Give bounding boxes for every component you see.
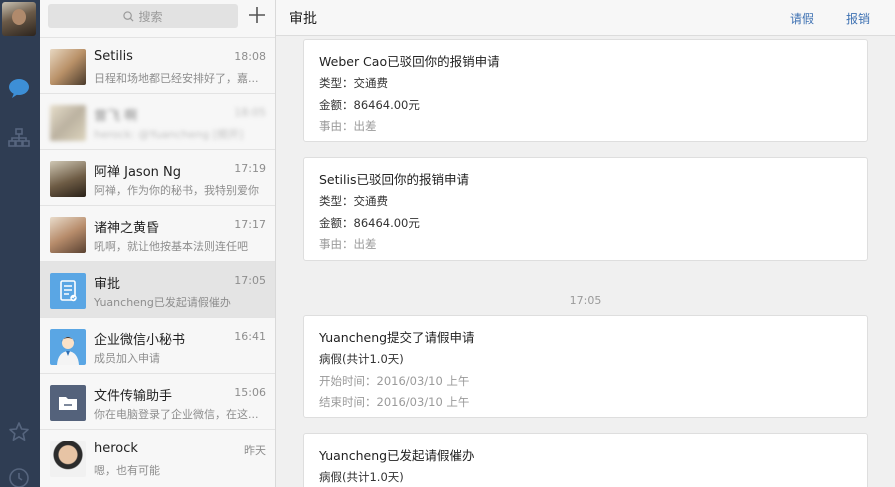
- secretary-icon: [57, 337, 79, 365]
- search-row: 搜索: [40, 0, 275, 36]
- message-line: 金额：86464.00元: [319, 216, 420, 230]
- conversation-name: 企业微信小秘书: [94, 333, 186, 348]
- message-line: 结束时间：2016/03/10 上午: [319, 395, 470, 409]
- conversation-time: 15:06: [234, 386, 266, 399]
- message-card[interactable]: Weber Cao已驳回你的报销申请 类型：交通费 金额：86464.00元 事…: [303, 39, 868, 142]
- messages-icon[interactable]: [7, 76, 31, 100]
- conversation-time: 16:41: [234, 330, 266, 343]
- contacts-icon[interactable]: [7, 126, 31, 150]
- add-button[interactable]: [247, 5, 267, 25]
- conversation-item-approval[interactable]: 审批 17:05 Yuancheng已发起请假催办: [40, 261, 275, 317]
- conversation-preview: 你在电脑登录了企业微信，在这...: [94, 408, 259, 421]
- message-title: Weber Cao已驳回你的报销申请: [319, 54, 500, 69]
- message-title: Yuancheng已发起请假催办: [319, 448, 475, 463]
- conversation-name: Setilis: [94, 49, 133, 64]
- conversation-item[interactable]: 曾飞 啊 18:05 herock: @Yuancheng [频开]: [40, 93, 275, 149]
- conversation-preview: 日程和场地都已经安排好了，嘉...: [94, 72, 259, 85]
- conversation-item[interactable]: 阿禅 Jason Ng 17:19 阿禅，作为你的秘书，我特别爱你: [40, 149, 275, 205]
- conversation-item[interactable]: 文件传输助手 15:06 你在电脑登录了企业微信，在这...: [40, 373, 275, 429]
- conversation-time: 17:05: [234, 274, 266, 287]
- message-line: 类型：交通费: [319, 194, 388, 208]
- avatar: [50, 441, 86, 477]
- clock-icon[interactable]: [7, 466, 31, 487]
- message-card[interactable]: Yuancheng提交了请假申请 病假(共计1.0天) 开始时间：2016/03…: [303, 315, 868, 418]
- leave-request-button[interactable]: 请假: [790, 10, 814, 27]
- conversation-preview: Yuancheng已发起请假催办: [94, 296, 231, 309]
- conversation-name: 审批: [94, 277, 121, 292]
- conversation-name: 阿禅 Jason Ng: [94, 165, 182, 180]
- message-line: 金额：86464.00元: [319, 98, 420, 112]
- conversation-item[interactable]: 企业微信小秘书 16:41 成员加入申请: [40, 317, 275, 373]
- conversation-time: 18:08: [234, 50, 266, 63]
- conversation-time: 17:19: [234, 162, 266, 175]
- conversation-preview: herock: @Yuancheng [频开]: [94, 128, 244, 141]
- conversation-time: 昨天: [244, 444, 266, 457]
- search-icon: [123, 10, 134, 22]
- conversation-item[interactable]: Setilis 18:08 日程和场地都已经安排好了，嘉...: [40, 37, 275, 93]
- conversation-list: 搜索 Setilis 18:08 日程和场地都已经安排好了，嘉... 曾飞 啊 …: [40, 0, 276, 487]
- message-line: 事由：出差: [319, 237, 377, 251]
- conversation-name: 诸神之黄昏: [94, 221, 160, 236]
- message-line: 病假(共计1.0天): [319, 352, 404, 366]
- expense-request-button[interactable]: 报销: [846, 10, 870, 27]
- conversation-name: 文件传输助手: [94, 389, 173, 404]
- conversation-preview: 吼啊，就让他按基本法则连任吧: [94, 240, 248, 253]
- message-line: 开始时间：2016/03/10 上午: [319, 374, 470, 388]
- folder-icon: [59, 397, 77, 410]
- message-line: 事由：出差: [319, 119, 377, 133]
- search-input[interactable]: 搜索: [48, 4, 238, 28]
- chat-title: 审批: [289, 11, 317, 27]
- avatar: [50, 329, 86, 365]
- message-line: 类型：交通费: [319, 76, 388, 90]
- avatar: [50, 217, 86, 253]
- chat-panel: 审批 请假 报销 Weber Cao已驳回你的报销申请 类型：交通费 金额：86…: [276, 0, 895, 487]
- chat-header: 审批 请假 报销: [276, 0, 895, 36]
- message-card[interactable]: Yuancheng已发起请假催办 病假(共计1.0天): [303, 433, 868, 487]
- conversation-time: 18:05: [234, 106, 266, 119]
- message-line: 病假(共计1.0天): [319, 470, 404, 484]
- avatar: [50, 273, 86, 309]
- conversation-name: 曾飞 啊: [94, 109, 138, 124]
- message-card[interactable]: Setilis已驳回你的报销申请 类型：交通费 金额：86464.00元 事由：…: [303, 157, 868, 261]
- conversation-time: 17:17: [234, 218, 266, 231]
- chat-timestamp: 17:05: [569, 294, 602, 307]
- user-avatar[interactable]: [2, 2, 36, 36]
- conversation-preview: 阿禅，作为你的秘书，我特别爱你: [94, 184, 259, 197]
- message-title: Setilis已驳回你的报销申请: [319, 172, 469, 187]
- conversation-preview: 成员加入申请: [94, 352, 160, 365]
- avatar: [50, 49, 86, 85]
- approval-doc-icon: [60, 280, 77, 302]
- search-placeholder: 搜索: [138, 9, 163, 24]
- message-title: Yuancheng提交了请假申请: [319, 330, 475, 345]
- avatar: [50, 385, 86, 421]
- star-icon[interactable]: [7, 420, 31, 444]
- app-window: 搜索 Setilis 18:08 日程和场地都已经安排好了，嘉... 曾飞 啊 …: [0, 0, 895, 487]
- conversation-preview: 嗯，也有可能: [94, 464, 160, 477]
- conversation-item[interactable]: 诸神之黄昏 17:17 吼啊，就让他按基本法则连任吧: [40, 205, 275, 261]
- avatar: [50, 161, 86, 197]
- conversation-name: herock: [94, 441, 138, 456]
- conversation-item[interactable]: herock 昨天 嗯，也有可能: [40, 429, 275, 485]
- left-rail: [0, 0, 40, 487]
- avatar: [50, 105, 86, 141]
